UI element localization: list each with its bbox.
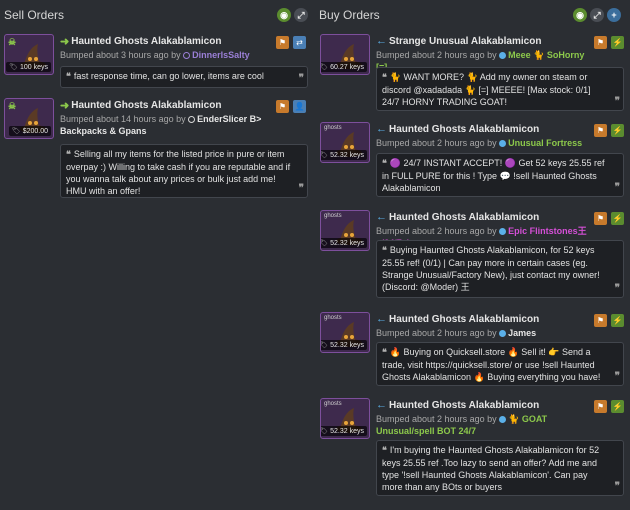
arrow-right-icon: ➜: [60, 35, 70, 48]
trade-arrows-button[interactable]: ⇄: [293, 36, 306, 49]
lightning-button[interactable]: ⚡: [611, 314, 624, 327]
price-tag: 🏷 52.32 keys: [321, 340, 367, 350]
arrow-left-icon: ←: [376, 123, 387, 135]
buy-orders-column: Buy Orders ◉ ⤢ + 🏷 60.27 keys ← Strange Un…: [316, 0, 630, 510]
flag-button[interactable]: ⚑: [276, 36, 289, 49]
arrow-right-icon: ➜: [60, 99, 70, 112]
price-tag: 🏷 $200.00: [8, 126, 51, 136]
price-tag: 🏷 60.27 keys: [321, 62, 367, 72]
listing-comment: ❝ I'm buying the Haunted Ghosts Alakablam…: [376, 440, 624, 496]
lightning-button[interactable]: ⚡: [611, 400, 624, 413]
arrow-left-icon: ←: [376, 399, 387, 411]
listing-info: ← Haunted Ghosts Alakablamicon Bumped abo…: [376, 312, 591, 339]
buy-listing: ghosts 🏷 52.32 keys ← Haunted Ghosts Alaka…: [320, 398, 626, 496]
unusual-icon: ☠: [8, 37, 17, 47]
buy-listing: ghosts 🏷 52.32 keys ← Haunted Ghosts Alaka…: [320, 210, 626, 300]
listing-comment: ❝ Buying Haunted Ghosts Alakablamicon, fo…: [376, 240, 624, 298]
status-icon: [499, 228, 507, 235]
status-icon: [499, 330, 507, 337]
price-tag: 🏷 52.32 keys: [321, 150, 367, 160]
item-name[interactable]: Haunted Ghosts Alakablamicon: [389, 124, 539, 135]
lightning-button[interactable]: ⚡: [611, 36, 624, 49]
bump-info: Bumped about 14 hours ago by EnderSlicer…: [60, 114, 262, 136]
lightning-button[interactable]: ⚡: [611, 212, 624, 225]
status-icon: [499, 140, 507, 147]
price-tag: 🏷 52.32 keys: [321, 238, 367, 248]
item-name[interactable]: Haunted Ghosts Alakablamicon: [71, 100, 221, 111]
item-name[interactable]: Haunted Ghosts Alakablamicon: [389, 212, 539, 223]
username[interactable]: DinnerIsSalty: [192, 50, 250, 60]
listing-comment: ❝ 🔥 Buying on Quicksell.store 🔥 Sell it! …: [376, 342, 624, 386]
item-name[interactable]: Haunted Ghosts Alakablamicon: [71, 36, 221, 47]
username[interactable]: Unusual Fortress: [508, 138, 582, 148]
item-icon[interactable]: 🏷 60.27 keys: [320, 34, 370, 75]
flag-button[interactable]: ⚑: [594, 124, 607, 137]
price-tag: 🏷 100 keys: [6, 62, 51, 72]
status-icon: [499, 416, 507, 423]
sell-orders-header: Sell Orders ◉ ⤢: [0, 0, 310, 30]
buy-listing: 🏷 60.27 keys ← Strange Unusual Alakablamic…: [320, 34, 626, 112]
sell-listing: ☠ 🏷 $200.00 ➜ Haunted Ghosts Alakablamicon…: [4, 98, 308, 198]
item-name[interactable]: Strange Unusual Alakablamicon: [389, 36, 541, 47]
unusual-icon: ☠: [8, 101, 17, 111]
lightning-button[interactable]: ⚡: [611, 124, 624, 137]
username[interactable]: James: [508, 328, 536, 338]
item-icon[interactable]: ghosts 🏷 52.32 keys: [320, 122, 370, 163]
plus-icon[interactable]: +: [607, 8, 621, 22]
status-icon: [499, 52, 507, 59]
sell-orders-title: Sell Orders: [4, 8, 65, 22]
flag-button[interactable]: ⚑: [594, 212, 607, 225]
bump-info: Bumped about 2 hours ago by James: [376, 328, 537, 338]
flag-button[interactable]: ⚑: [594, 400, 607, 413]
flag-button[interactable]: ⚑: [276, 100, 289, 113]
bump-info: Bumped about 3 hours ago by DinnerIsSalt…: [60, 50, 250, 60]
buy-listing: ghosts 🏷 52.32 keys ← Haunted Ghosts Alaka…: [320, 312, 626, 388]
buy-orders-title: Buy Orders: [319, 8, 380, 22]
item-icon[interactable]: ☠ 🏷 $200.00: [4, 98, 54, 139]
item-icon[interactable]: ghosts 🏷 52.32 keys: [320, 312, 370, 353]
sell-listing: ☠ 🏷 100 keys ➜ Haunted Ghosts Alakablamico…: [4, 34, 308, 88]
item-name[interactable]: Haunted Ghosts Alakablamicon: [389, 400, 539, 411]
item-icon[interactable]: ☠ 🏷 100 keys: [4, 34, 54, 75]
status-icon: [188, 116, 196, 123]
bump-info: Bumped about 2 hours ago by Unusual Fort…: [376, 138, 583, 148]
eye-icon[interactable]: ◉: [277, 8, 291, 22]
listing-comment: ❝ 🟣 24/7 INSTANT ACCEPT! 🟣 Get 52 keys 25…: [376, 153, 624, 197]
item-icon[interactable]: ghosts 🏷 52.32 keys: [320, 210, 370, 251]
eye-icon[interactable]: ◉: [573, 8, 587, 22]
status-icon: [183, 52, 191, 59]
buy-orders-header: Buy Orders ◉ ⤢ +: [316, 0, 630, 30]
arrow-left-icon: ←: [376, 211, 387, 223]
listing-comment: ❝ 🐈 WANT MORE? 🐈 Add my owner on steam or…: [376, 67, 624, 111]
buy-listing: ghosts 🏷 52.32 keys ← Haunted Ghosts Alaka…: [320, 122, 626, 198]
listing-comment: ❝ Selling all my items for the listed pri…: [60, 144, 308, 198]
price-tag: 🏷 52.32 keys: [321, 426, 367, 436]
item-name[interactable]: Haunted Ghosts Alakablamicon: [389, 314, 539, 325]
sell-orders-column: Sell Orders ◉ ⤢ ☠ 🏷 100 keys ➜ Haunted Gho…: [0, 0, 310, 510]
listing-comment: ❝ fast response time, can go lower, items…: [60, 66, 308, 88]
item-icon[interactable]: ghosts 🏷 52.32 keys: [320, 398, 370, 439]
expand-icon[interactable]: ⤢: [294, 8, 308, 22]
listing-info: ← Haunted Ghosts Alakablamicon Bumped abo…: [376, 122, 591, 149]
bump-info: Bumped about 2 hours ago by 🐈 GOAT Unusu…: [376, 414, 548, 436]
flag-button[interactable]: ⚑: [594, 36, 607, 49]
flag-button[interactable]: ⚑: [594, 314, 607, 327]
listing-info: ➜ Haunted Ghosts Alakablamicon Bumped abo…: [60, 98, 275, 137]
arrow-left-icon: ←: [376, 35, 387, 47]
expand-icon[interactable]: ⤢: [590, 8, 604, 22]
add-friend-button[interactable]: 👤: [293, 100, 306, 113]
listing-info: ➜ Haunted Ghosts Alakablamicon Bumped abo…: [60, 34, 275, 61]
arrow-left-icon: ←: [376, 313, 387, 325]
listing-info: ← Haunted Ghosts Alakablamicon Bumped abo…: [376, 398, 591, 437]
